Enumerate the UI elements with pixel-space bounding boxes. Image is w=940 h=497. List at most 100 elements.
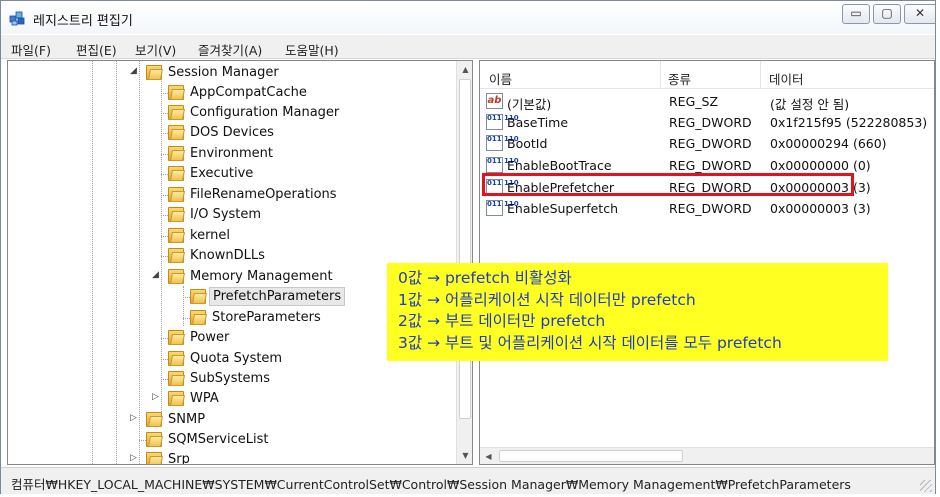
tree-item-label: Session Manager [168, 65, 279, 80]
column-divider[interactable] [760, 61, 761, 89]
title-bar[interactable]: 레지스트리 편집기 ▭ ▢ ✕ [1, 1, 935, 34]
annotation-line: 1값 → 어플리케이션 시작 데이터만 prefetch [398, 290, 696, 309]
folder-icon [168, 146, 185, 161]
scroll-left-arrow-icon[interactable]: ◀ [480, 448, 497, 464]
value-type: REG_SZ [669, 94, 719, 109]
tree-item-label: Executive [190, 166, 254, 181]
folder-icon [168, 166, 185, 181]
tree-item-label: Configuration Manager [190, 105, 340, 120]
tree-item-srp[interactable]: ▷ Srp [8, 450, 456, 465]
folder-open-icon [168, 269, 185, 284]
tree-item-label: I/O System [190, 207, 262, 222]
tree-item-session-manager[interactable]: ◢ Session Manager [8, 63, 456, 83]
string-value-icon: ab [486, 93, 503, 109]
folder-icon [168, 391, 185, 406]
menu-file[interactable]: 파일(F) [11, 40, 51, 59]
value-data: (값 설정 안 됨) [770, 97, 850, 112]
value-data: 0x00000003 (3) [770, 201, 871, 216]
value-name: BootId [507, 136, 548, 151]
tree-item-label: SNMP [168, 412, 206, 427]
value-type: REG_DWORD [669, 115, 752, 130]
tree-scroll-thumb[interactable] [459, 79, 471, 419]
folder-icon [168, 248, 185, 263]
resize-grip-icon[interactable] [920, 480, 932, 492]
tree-item-label: Power [190, 330, 230, 345]
column-header-name[interactable]: 이름 [489, 69, 512, 88]
scroll-down-arrow-icon[interactable]: ▼ [457, 447, 472, 464]
list-header: 이름 종류 데이터 [480, 61, 934, 89]
list-horizontal-scrollbar[interactable]: ◀ [480, 447, 934, 464]
column-divider[interactable] [660, 61, 661, 89]
menu-help[interactable]: 도움말(H) [285, 40, 339, 59]
annotation-line: 0값 → prefetch 비활성화 [398, 269, 572, 287]
close-button[interactable]: ✕ [904, 4, 935, 24]
registry-editor-icon [9, 11, 25, 26]
folder-icon [168, 125, 185, 140]
list-scroll-thumb[interactable] [499, 450, 683, 462]
maximize-button[interactable]: ▢ [873, 4, 901, 24]
folder-icon [146, 412, 163, 427]
tree-item-sqmservicelist[interactable]: SQMServiceList [8, 430, 456, 450]
window-title: 레지스트리 편집기 [33, 14, 133, 29]
column-header-type[interactable]: 종류 [668, 69, 691, 88]
annotation-line: 3값 → 부트 및 어플리케이션 시작 데이터를 모두 prefetch [398, 333, 782, 352]
expand-arrow-icon[interactable]: ▷ [130, 413, 137, 423]
menu-edit[interactable]: 편집(E) [76, 40, 117, 59]
tree-item-label: SQMServiceList [168, 432, 269, 447]
value-name: BaseTime [507, 115, 569, 130]
tree-item-appcompatcache[interactable]: AppCompatCache [8, 83, 456, 103]
tree-item-snmp[interactable]: ▷ SNMP [8, 410, 456, 430]
folder-icon [168, 85, 185, 100]
value-row-basetime[interactable]: 011 110 BaseTime REG_DWORD 0x1f215f95 (5… [480, 112, 934, 133]
tree-item-label: Environment [190, 146, 274, 161]
registry-editor-window: 레지스트리 편집기 ▭ ▢ ✕ 파일(F) 편집(E) 보기(V) 즐겨찾기(A… [0, 0, 936, 494]
folder-icon [146, 432, 163, 447]
tree-item-executive[interactable]: Executive [8, 164, 456, 184]
collapse-arrow-icon[interactable]: ◢ [130, 66, 137, 76]
folder-icon [190, 289, 207, 304]
collapse-arrow-icon[interactable]: ◢ [152, 270, 159, 280]
tree-item-label: DOS Devices [190, 125, 274, 140]
status-bar: 컴퓨터₩HKEY_LOCAL_MACHINE₩SYSTEM₩CurrentCon… [1, 467, 935, 494]
tree-item-label: Memory Management [190, 269, 333, 284]
tree-item-io-system[interactable]: I/O System [8, 205, 456, 225]
tree-item-label: KnownDLLs [190, 248, 265, 263]
folder-icon [146, 452, 163, 464]
binary-value-icon: 011 110 [486, 200, 519, 216]
binary-value-icon: 011 110 [486, 157, 519, 173]
expand-arrow-icon[interactable]: ▷ [130, 453, 137, 463]
binary-value-icon: 011 110 [486, 114, 519, 130]
tree-item-label: WPA [190, 391, 219, 406]
menu-view[interactable]: 보기(V) [135, 40, 176, 59]
value-row-enablesuperfetch[interactable]: 011 110 EnableSuperfetch REG_DWORD 0x000… [480, 198, 934, 219]
tree-item-filerenameoperations[interactable]: FileRenameOperations [8, 185, 456, 205]
tree-item-subsystems[interactable]: SubSystems [8, 369, 456, 389]
folder-icon [168, 105, 185, 120]
minimize-button[interactable]: ▭ [842, 4, 870, 24]
column-header-data[interactable]: 데이터 [769, 69, 804, 88]
expand-arrow-icon[interactable]: ▷ [152, 392, 159, 402]
tree-item-kernel[interactable]: kernel [8, 226, 456, 246]
value-data: 0x00000294 (660) [770, 136, 887, 151]
tree-item-label: Quota System [190, 351, 283, 366]
value-name: EnableBootTrace [507, 158, 612, 173]
tree-item-dos-devices[interactable]: DOS Devices [8, 123, 456, 143]
current-key-path: 컴퓨터₩HKEY_LOCAL_MACHINE₩SYSTEM₩CurrentCon… [11, 477, 851, 492]
menu-bar: 파일(F) 편집(E) 보기(V) 즐겨찾기(A) 도움말(H) [1, 35, 935, 59]
tree-item-configuration-manager[interactable]: Configuration Manager [8, 103, 456, 123]
tree-item-label: AppCompatCache [190, 85, 307, 100]
tree-item-label: Srp [168, 452, 190, 465]
value-row-bootid[interactable]: 011 110 BootId REG_DWORD 0x00000294 (660… [480, 133, 934, 154]
binary-value-icon: 011 110 [486, 135, 519, 151]
value-data: 0x1f215f95 (522280853) [770, 115, 928, 130]
tree-item-label: FileRenameOperations [190, 187, 337, 202]
folder-icon [168, 351, 185, 366]
scroll-up-arrow-icon[interactable]: ▲ [457, 61, 472, 78]
menu-favorites[interactable]: 즐겨찾기(A) [198, 40, 262, 59]
folder-icon [168, 330, 185, 345]
tree-item-label: StoreParameters [212, 310, 321, 325]
value-row-default[interactable]: ab (기본값) REG_SZ (값 설정 안 됨) [480, 91, 934, 112]
tree-item-environment[interactable]: Environment [8, 144, 456, 164]
value-data: 0x00000000 (0) [770, 158, 871, 173]
tree-item-wpa[interactable]: ▷ WPA [8, 389, 456, 409]
